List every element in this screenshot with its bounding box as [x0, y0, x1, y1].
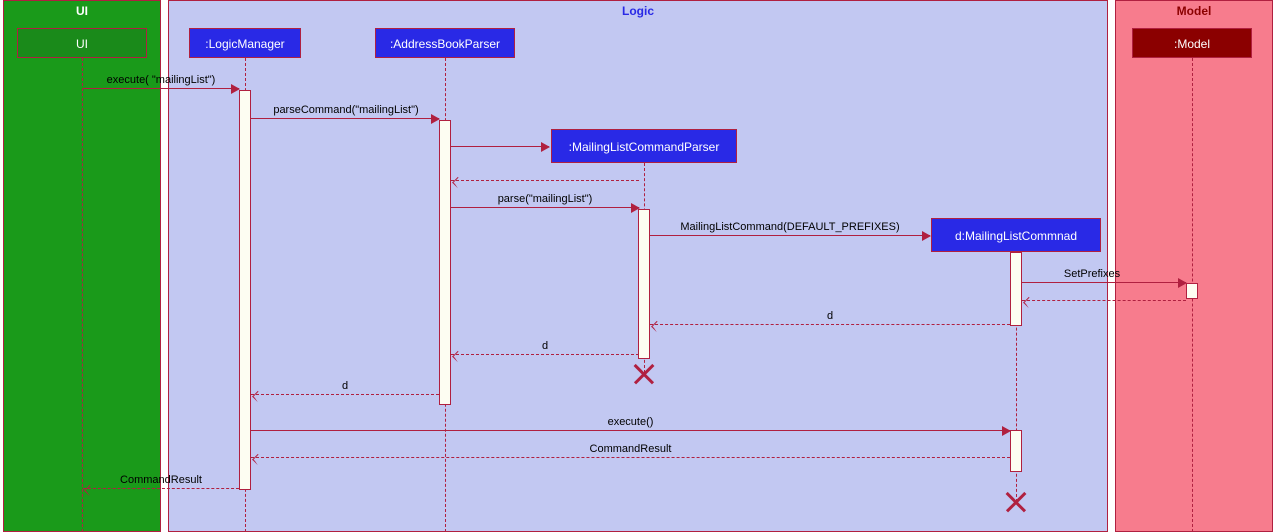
lane-model-title: Model [1177, 4, 1212, 18]
msg-parse: parse("mailingList") [451, 197, 639, 211]
lane-ui-title: UI [76, 4, 88, 18]
msg-return-d-2: d [451, 344, 639, 358]
activation-address-book-parser [439, 120, 451, 405]
lane-logic-title: Logic [622, 4, 654, 18]
participant-mailing-list-command: d:MailingListCommnad [931, 218, 1101, 252]
participant-mailing-list-command-parser: :MailingListCommandParser [551, 129, 737, 163]
participant-ui: UI [17, 28, 147, 58]
msg-return-d-1: d [650, 314, 1010, 328]
msg-commandresult-1: CommandResult [251, 447, 1010, 461]
msg-commandresult-2: CommandResult [83, 478, 239, 492]
msg-return-create-mlcparser [451, 170, 639, 184]
lane-model: Model [1115, 0, 1273, 532]
msg-return-d-3: d [251, 384, 439, 398]
lifeline-ui [82, 58, 83, 532]
participant-model: :Model [1132, 28, 1252, 58]
participant-address-book-parser: :AddressBookParser [375, 28, 515, 58]
msg-execute: execute() [251, 420, 1010, 434]
sequence-diagram: UI Logic Model UI :LogicManager :Address… [0, 0, 1278, 532]
activation-mlc-parser [638, 209, 650, 359]
activation-mlc-1 [1010, 252, 1022, 326]
destroy-mlc-parser [633, 363, 655, 385]
activation-logic-manager [239, 90, 251, 490]
msg-create-mlcparser [451, 136, 549, 150]
msg-create-mlc: MailingListCommand(DEFAULT_PREFIXES) [650, 225, 930, 239]
msg-setprefixes: SetPrefixes [1022, 272, 1186, 286]
participant-logic-manager: :LogicManager [189, 28, 301, 58]
activation-model [1186, 283, 1198, 299]
activation-mlc-2 [1010, 430, 1022, 472]
msg-execute-mailinglist: execute( "mailingList") [83, 78, 239, 92]
destroy-mlc [1005, 491, 1027, 513]
msg-parsecommand: parseCommand("mailingList") [251, 108, 439, 122]
msg-setprefixes-return [1022, 290, 1186, 304]
